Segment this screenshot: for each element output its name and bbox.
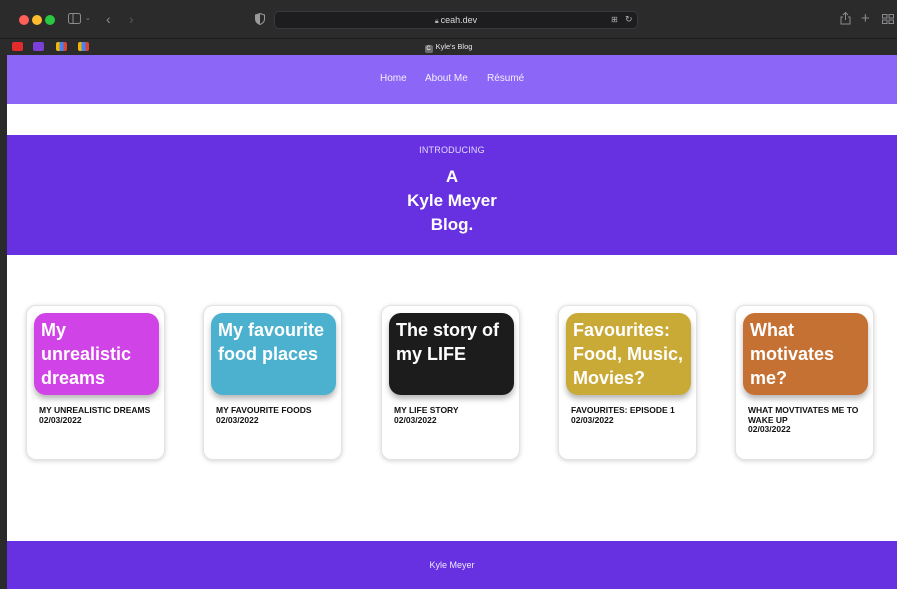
tab-favicon: C: [424, 45, 433, 53]
footer-text: Kyle Meyer: [429, 560, 475, 570]
post-date: 02/03/2022: [39, 414, 82, 425]
new-tab-icon[interactable]: +: [861, 11, 870, 26]
url-text: ceah.dev: [440, 15, 478, 25]
reload-icon[interactable]: ↻: [625, 14, 633, 25]
post-title[interactable]: WHAT MOVTIVATES ME TO WAKE UP 02/03/2022: [748, 405, 876, 435]
browser-window: ⌄ ‹ › 🔒︎ ceah.dev ⊞ ↻ + C Kyle's Blog Hom…: [0, 0, 897, 589]
post-title-text: WHAT MOVTIVATES ME TO WAKE UP: [748, 405, 859, 425]
post-thumbnail: What motivates me?: [743, 313, 868, 395]
url-display: 🔒︎ ceah.dev: [275, 15, 637, 26]
tab-title-text: Kyle's Blog: [435, 42, 473, 51]
post-title-text: MY UNREALISTIC DREAMS: [39, 405, 151, 415]
hero-title-line: A: [445, 167, 459, 186]
post-title-text: MY LIFE STORY: [394, 405, 459, 415]
address-bar[interactable]: 🔒︎ ceah.dev ⊞ ↻: [274, 11, 638, 29]
hero-kicker: INTRODUCING: [419, 145, 485, 155]
nav-home-link[interactable]: Home: [380, 73, 407, 84]
post-thumbnail: The story of my LIFE: [389, 313, 514, 395]
browser-toolbar: ⌄ ‹ › 🔒︎ ceah.dev ⊞ ↻ +: [0, 0, 897, 38]
shield-icon[interactable]: [255, 12, 265, 27]
post-title-text: MY FAVOURITE FOODS: [216, 405, 312, 415]
blog-post-card[interactable]: My favourite food places MY FAVOURITE FO…: [203, 305, 342, 460]
active-tab[interactable]: C Kyle's Blog: [0, 42, 897, 53]
post-date: 02/03/2022: [216, 414, 259, 425]
post-date: 02/03/2022: [571, 414, 614, 425]
post-date: 02/03/2022: [394, 414, 437, 425]
site-footer: Kyle Meyer: [7, 541, 897, 589]
blog-post-card[interactable]: Favourites: Food, Music, Movies? FAVOURI…: [558, 305, 697, 460]
nav-about-link[interactable]: About Me: [425, 73, 468, 84]
post-date: 02/03/2022: [748, 424, 791, 434]
hero-title-line: Kyle Meyer: [407, 191, 497, 210]
sidebar-icon[interactable]: [68, 13, 81, 26]
blog-post-card[interactable]: What motivates me? WHAT MOVTIVATES ME TO…: [735, 305, 874, 460]
forward-icon[interactable]: ›: [129, 12, 134, 26]
nav-resume-link[interactable]: Résumé: [487, 73, 524, 84]
post-title[interactable]: FAVOURITES: EPISODE 1 02/03/2022: [571, 405, 699, 425]
post-title-text: FAVOURITES: EPISODE 1: [571, 405, 675, 415]
zoom-window-button[interactable]: [45, 15, 55, 25]
blog-post-card[interactable]: My unrealistic dreams MY UNREALISTIC DRE…: [26, 305, 165, 460]
post-thumbnail: My unrealistic dreams: [34, 313, 159, 395]
site-nav: Home About Me Résumé: [7, 55, 897, 104]
post-title[interactable]: MY FAVOURITE FOODS 02/03/2022: [216, 405, 344, 425]
back-icon[interactable]: ‹: [106, 12, 111, 26]
minimize-window-button[interactable]: [32, 15, 42, 25]
hero-banner: INTRODUCING A Kyle Meyer Blog.: [7, 135, 897, 255]
chevron-down-icon[interactable]: ⌄: [85, 15, 91, 22]
share-icon[interactable]: [840, 11, 851, 27]
web-page: Home About Me Résumé INTRODUCING A Kyle …: [7, 55, 897, 589]
post-thumbnail: My favourite food places: [211, 313, 336, 395]
close-window-button[interactable]: [19, 15, 29, 25]
post-title[interactable]: MY LIFE STORY 02/03/2022: [394, 405, 522, 425]
translate-icon[interactable]: ⊞: [611, 15, 618, 24]
hero-title-line: Blog.: [430, 215, 474, 234]
post-thumbnail: Favourites: Food, Music, Movies?: [566, 313, 691, 395]
tab-bar: C Kyle's Blog: [0, 38, 897, 55]
post-title[interactable]: MY UNREALISTIC DREAMS 02/03/2022: [39, 405, 167, 425]
blog-post-card[interactable]: The story of my LIFE MY LIFE STORY 02/03/…: [381, 305, 520, 460]
tab-overview-icon[interactable]: [882, 14, 894, 26]
